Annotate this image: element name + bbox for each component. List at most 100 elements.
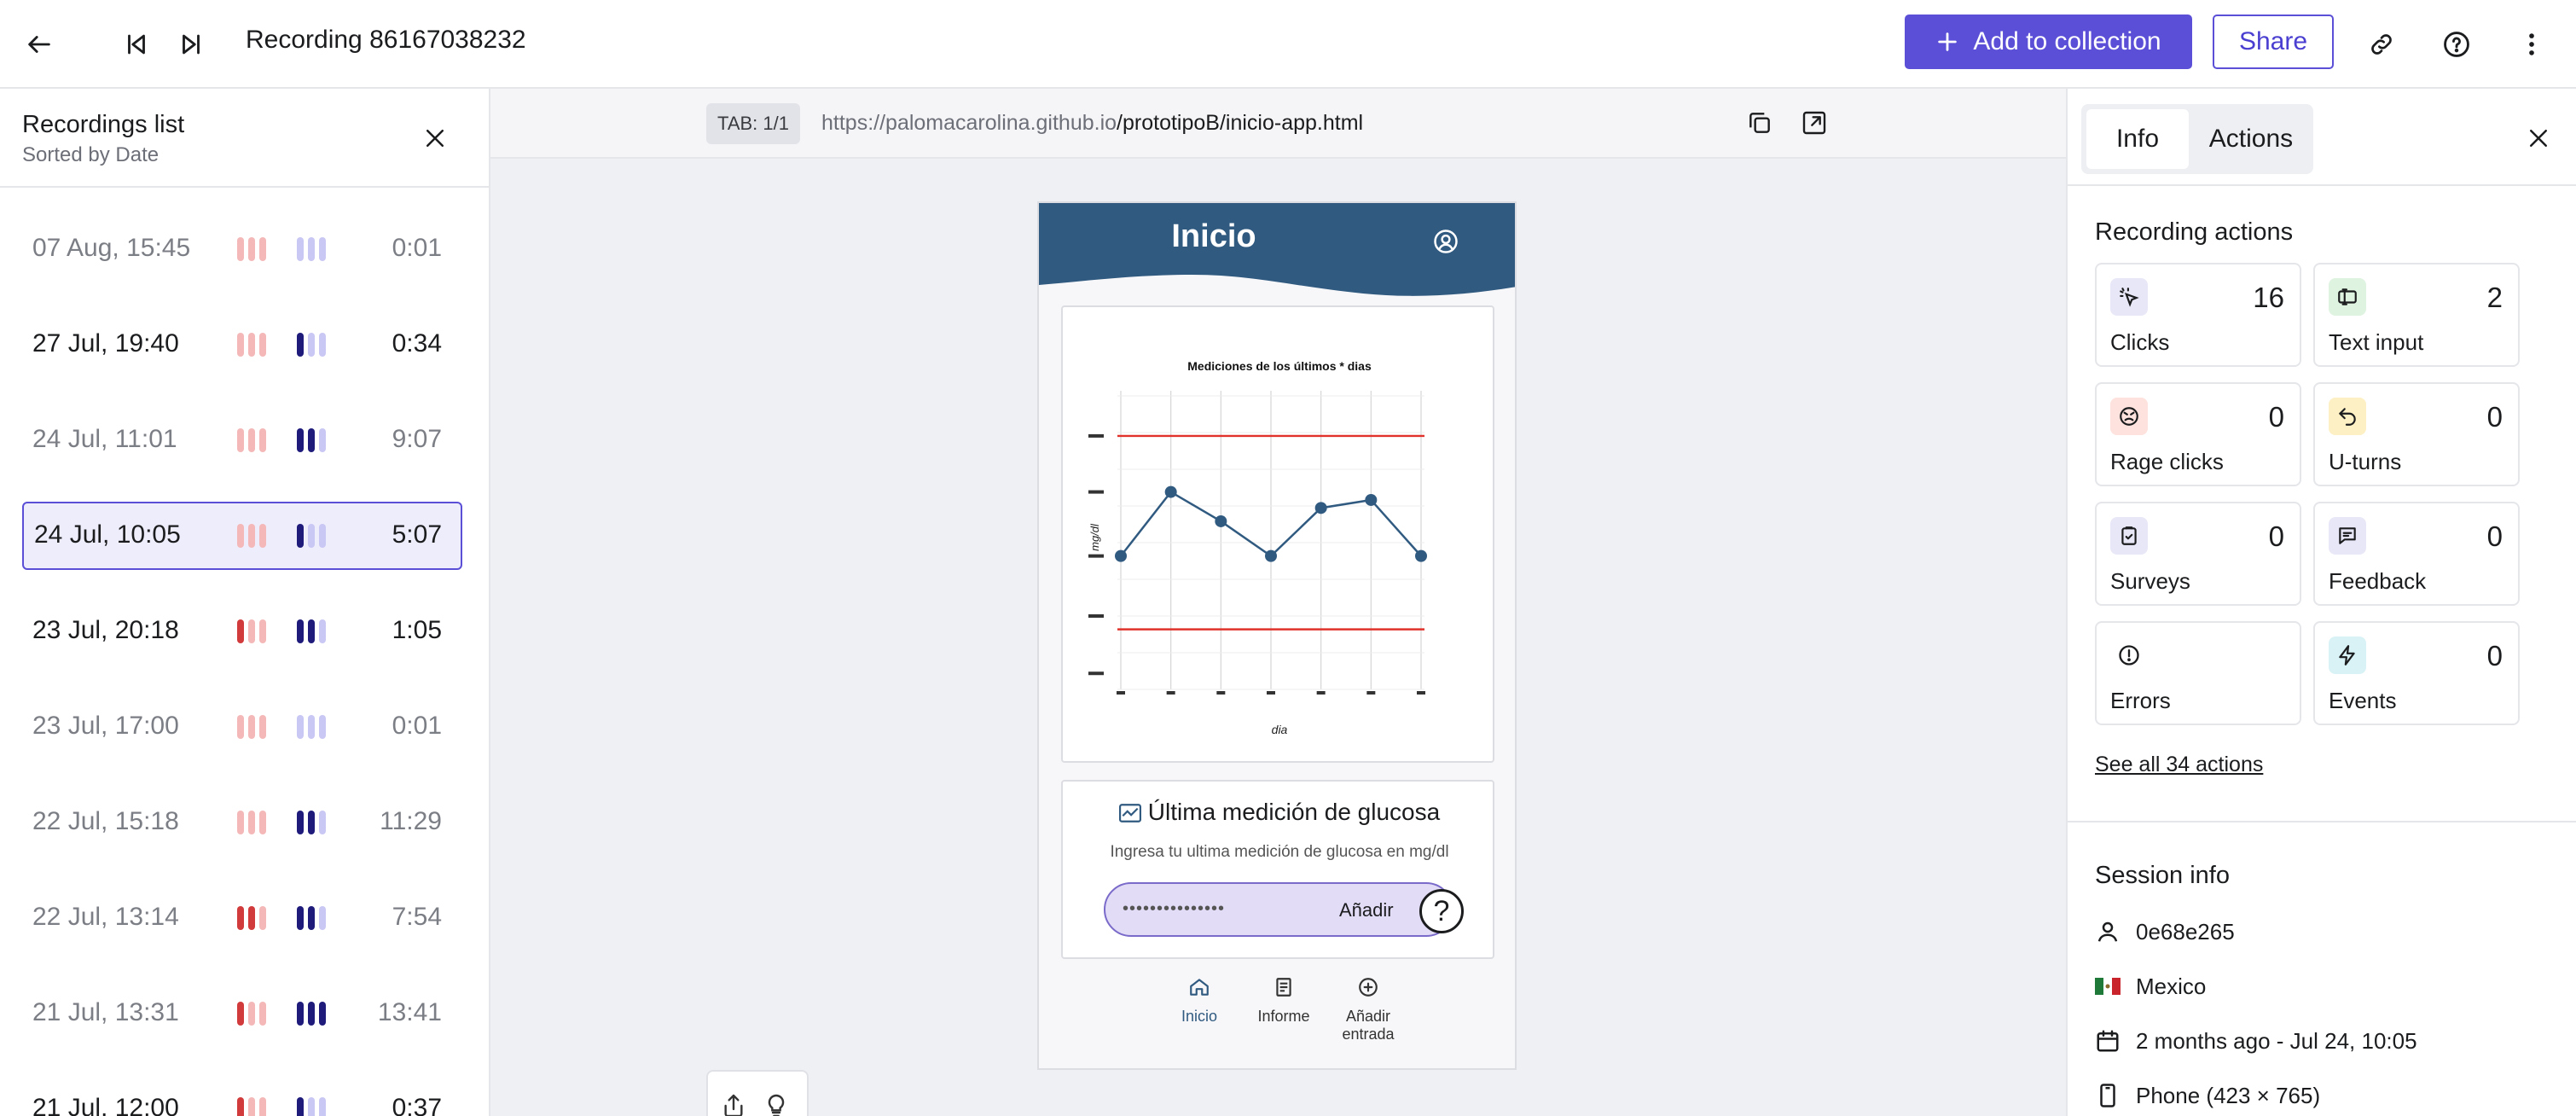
data-point <box>1365 493 1378 506</box>
copy-icon[interactable] <box>1746 109 1773 141</box>
stat-value: 0 <box>2486 401 2503 433</box>
nav-label: Inicio <box>1181 1008 1218 1025</box>
recording-actions-title: Recording actions <box>2095 218 2294 246</box>
recording-duration: 7:54 <box>392 903 442 931</box>
session-user-id[interactable]: 0e68e265 <box>2136 919 2235 945</box>
recording-list-item[interactable]: 24 Jul, 11:01 9:07 <box>22 406 462 474</box>
recordings-list-panel: Recordings list Sorted by Date 07 Aug, 1… <box>0 89 490 1116</box>
last-glucose-card: Última medición de glucosa Ingresa tu ul… <box>1061 780 1494 959</box>
url-base: https://palomacarolina.github.io <box>821 111 1117 135</box>
url-bar: TAB: 1/1 https://palomacarolina.github.i… <box>490 89 2066 159</box>
u-turn-icon <box>2329 398 2366 435</box>
data-point <box>1115 549 1127 562</box>
stat-text-input[interactable]: 2 Text input <box>2313 263 2520 367</box>
stat-feedback[interactable]: 0 Feedback <box>2313 502 2520 606</box>
recording-list-item[interactable]: 21 Jul, 13:31 13:41 <box>22 979 462 1048</box>
recording-date: 22 Jul, 13:14 <box>32 903 179 931</box>
recording-list-item[interactable]: 23 Jul, 20:18 1:05 <box>22 597 462 666</box>
recording-list-item[interactable]: 22 Jul, 13:14 7:54 <box>22 884 462 952</box>
recording-list-item[interactable]: 23 Jul, 17:00 0:01 <box>22 693 462 761</box>
recording-list-item-selected[interactable]: 24 Jul, 10:05 5:07 <box>22 502 462 570</box>
recording-title: Recording 86167038232 <box>246 26 526 54</box>
mexico-flag-icon <box>2095 978 2121 995</box>
report-icon <box>1237 976 1331 1003</box>
glucose-card-title: Última medición de glucosa <box>1063 799 1493 826</box>
chart-title: Mediciones de los últimos * dias <box>1187 359 1372 373</box>
nav-item-inicio[interactable]: Inicio <box>1152 976 1246 1026</box>
recording-list-item[interactable]: 22 Jul, 15:18 11:29 <box>22 788 462 857</box>
stat-label: Surveys <box>2110 568 2190 594</box>
close-icon[interactable] <box>415 118 455 159</box>
tab-actions[interactable]: Actions <box>2194 109 2308 169</box>
url-path: /prototipoB/inicio-app.html <box>1117 111 1364 135</box>
panel-tabs: Info Actions <box>2081 104 2313 174</box>
stat-value: 0 <box>2486 640 2503 671</box>
recording-list-item[interactable]: 27 Jul, 19:40 0:34 <box>22 311 462 379</box>
data-point <box>1265 549 1277 562</box>
recordings-list-subtitle: Sorted by Date <box>22 143 160 166</box>
nav-label: Informe <box>1257 1008 1310 1025</box>
close-icon[interactable] <box>2518 118 2559 159</box>
stat-u-turns[interactable]: 0 U-turns <box>2313 382 2520 486</box>
app-screen: Inicio Mediciones de los últimos * dias … <box>1037 201 1517 1070</box>
stat-events[interactable]: 0 Events <box>2313 621 2520 725</box>
recording-duration: 9:07 <box>392 425 442 453</box>
data-point <box>1215 514 1227 527</box>
add-to-collection-button[interactable]: Add to collection <box>1905 15 2192 69</box>
stat-value: 0 <box>2486 520 2503 552</box>
stat-clicks[interactable]: 16 Clicks <box>2095 263 2301 367</box>
bolt-icon <box>2329 636 2366 674</box>
previous-recording-icon[interactable] <box>113 20 160 68</box>
stat-surveys[interactable]: 0 Surveys <box>2095 502 2301 606</box>
recording-date: 23 Jul, 20:18 <box>32 616 179 644</box>
tab-info[interactable]: Info <box>2086 109 2189 169</box>
see-all-actions-link[interactable]: See all 34 actions <box>2095 753 2263 777</box>
frustration-indicator <box>237 524 266 548</box>
user-profile-icon[interactable] <box>1433 229 1459 259</box>
tab-badge: TAB: 1/1 <box>706 103 800 144</box>
glucose-input-field[interactable]: ••••••••••••••• Añadir ? <box>1104 882 1464 937</box>
engagement-indicator <box>297 524 326 548</box>
session-date: 2 months ago - Jul 24, 10:05 <box>2136 1027 2417 1054</box>
lightbulb-icon[interactable] <box>763 1092 790 1116</box>
link-icon[interactable] <box>2358 20 2405 68</box>
recording-list-item[interactable]: 07 Aug, 15:45 0:01 <box>22 215 462 283</box>
feedback-icon <box>2329 517 2366 555</box>
back-arrow-icon[interactable] <box>15 20 63 68</box>
x-tick-mark <box>1117 691 1125 695</box>
engagement-indicator <box>297 619 326 643</box>
data-point <box>1314 502 1327 514</box>
open-external-icon[interactable] <box>1801 109 1828 141</box>
recording-duration: 5:07 <box>392 520 442 549</box>
next-recording-icon[interactable] <box>167 20 215 68</box>
more-options-icon[interactable] <box>2508 20 2556 68</box>
top-bar: Recording 86167038232 Add to collection … <box>0 0 2576 89</box>
recording-list-item[interactable]: 21 Jul, 12:00 0:37 <box>22 1075 462 1116</box>
add-glucose-button[interactable]: Añadir <box>1339 899 1394 921</box>
replay-tools <box>706 1070 809 1116</box>
session-device-row: Phone (423 × 765) <box>2095 1078 2320 1113</box>
share-export-icon[interactable] <box>720 1092 747 1116</box>
stat-errors[interactable]: Errors <box>2095 621 2301 725</box>
app-header: Inicio <box>1039 203 1515 299</box>
data-point <box>1415 549 1427 562</box>
recording-date: 23 Jul, 17:00 <box>32 712 179 740</box>
chart-line-icon <box>1118 804 1141 822</box>
engagement-indicator <box>297 811 326 834</box>
help-icon[interactable] <box>2433 20 2480 68</box>
y-axis-label: mg/dl <box>1088 523 1101 551</box>
recording-duration: 13:41 <box>377 998 442 1026</box>
nav-item-informe[interactable]: Informe <box>1237 976 1331 1026</box>
stat-rage-clicks[interactable]: 0 Rage clicks <box>2095 382 2301 486</box>
frustration-indicator <box>237 715 266 739</box>
stat-value: 2 <box>2486 282 2503 313</box>
share-button[interactable]: Share <box>2213 15 2334 69</box>
help-button[interactable]: ? <box>1419 889 1464 933</box>
x-tick-mark <box>1216 691 1226 695</box>
glucose-input-value: ••••••••••••••• <box>1123 899 1226 918</box>
recordings-list-title: Recordings list <box>22 111 185 138</box>
stat-label: Rage clicks <box>2110 449 2224 474</box>
stat-label: Text input <box>2329 329 2424 355</box>
session-info-title: Session info <box>2095 862 2230 889</box>
nav-item-add-entry[interactable]: Añadir entrada <box>1321 976 1415 1043</box>
